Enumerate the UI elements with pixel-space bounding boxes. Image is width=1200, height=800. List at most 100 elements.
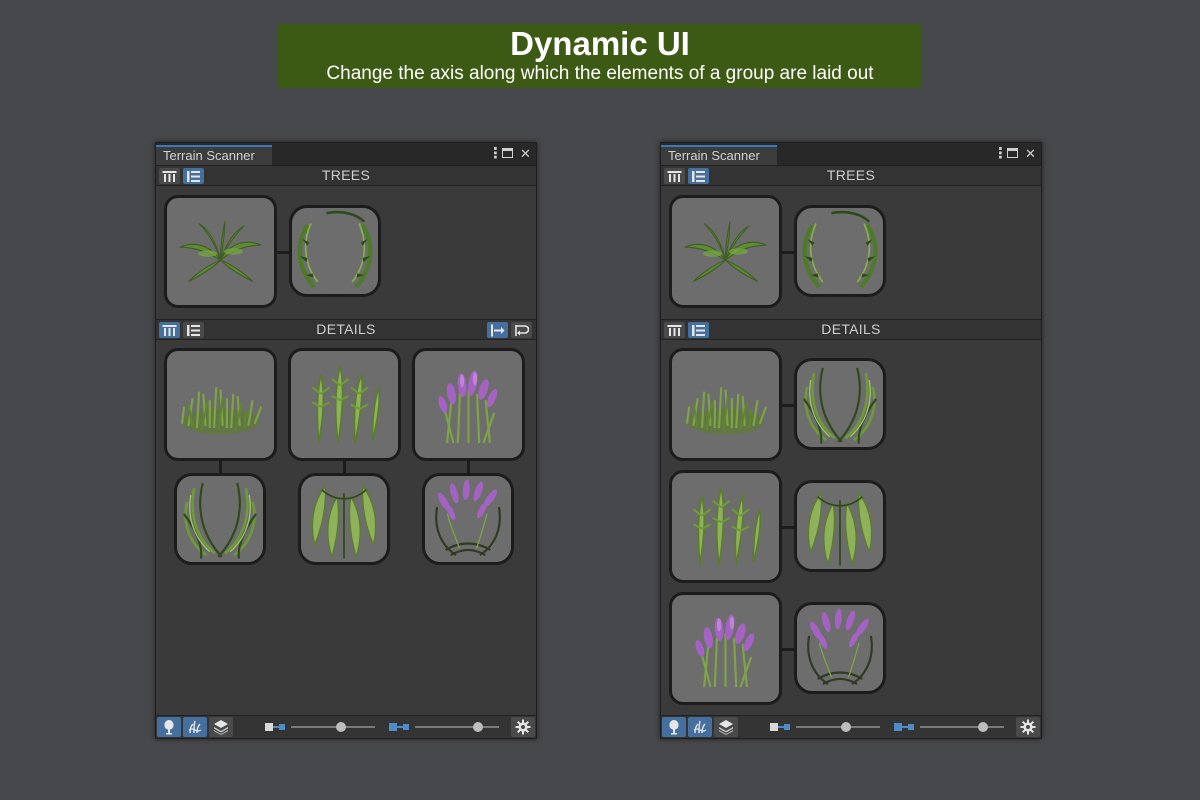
detail-connector <box>467 461 470 473</box>
window-tab[interactable]: Terrain Scanner <box>156 145 272 165</box>
details-filter-button[interactable] <box>688 717 712 737</box>
tree-node-palm[interactable] <box>669 195 782 308</box>
title-banner: Dynamic UI Change the axis along which t… <box>278 24 922 88</box>
detail-node-flower-ring[interactable] <box>422 473 514 565</box>
detail-size-slider[interactable] <box>389 720 499 734</box>
tree-size-slider[interactable] <box>770 720 880 734</box>
slider-thumb[interactable] <box>978 722 988 732</box>
detail-node-grass-ring[interactable] <box>794 358 886 450</box>
slider-thumb[interactable] <box>473 722 483 732</box>
grass-ring-thumbnail <box>177 476 263 562</box>
flower-ring-thumbnail <box>425 476 511 562</box>
details-title: DETAILS <box>316 321 376 337</box>
flower-ring-thumbnail <box>797 605 883 691</box>
tree-ring-thumbnail <box>797 208 883 294</box>
wrap-toggle-button[interactable] <box>511 322 532 338</box>
tree-node-palm[interactable] <box>164 195 277 308</box>
palm-tree-thumbnail <box>672 198 779 305</box>
detail-node-ferns[interactable] <box>288 348 401 461</box>
node-size-icon <box>894 723 914 731</box>
slider-thumb[interactable] <box>336 722 347 732</box>
detail-node-ferns[interactable] <box>669 470 782 583</box>
details-title: DETAILS <box>821 321 881 337</box>
maximize-icon <box>1007 148 1018 158</box>
detail-connector <box>343 461 346 473</box>
trees-filter-button[interactable] <box>157 717 181 737</box>
tree-connector <box>782 251 794 254</box>
slider-track <box>796 726 880 728</box>
layers-icon <box>719 720 733 735</box>
details-filter-button[interactable] <box>183 717 207 737</box>
flowers-thumbnail <box>415 351 522 458</box>
maximize-icon <box>502 148 513 158</box>
bottom-toolbar <box>661 715 1041 738</box>
close-icon[interactable]: ✕ <box>1024 146 1037 162</box>
tree-node-ring[interactable] <box>794 205 886 297</box>
detail-node-grass[interactable] <box>669 348 782 461</box>
ferns-thumbnail <box>291 351 398 458</box>
trees-filter-button[interactable] <box>662 717 686 737</box>
slider-thumb[interactable] <box>841 722 852 732</box>
detail-node-flowers[interactable] <box>669 592 782 705</box>
detail-node-grass[interactable] <box>164 348 277 461</box>
window-titlebar: Terrain Scanner ⋮ ✕ <box>661 143 1041 165</box>
detail-node-fern-ring[interactable] <box>794 480 886 572</box>
detail-node-flower-ring[interactable] <box>794 602 886 694</box>
slider-track <box>415 726 499 728</box>
detail-connector <box>782 404 794 407</box>
settings-button[interactable] <box>1016 717 1040 737</box>
axis-toggle-button[interactable] <box>487 322 508 338</box>
gear-icon <box>1020 719 1036 735</box>
detail-size-slider[interactable] <box>894 720 1004 734</box>
bottom-toolbar <box>156 715 536 738</box>
axis-horizontal-icon <box>491 324 505 336</box>
ferns-thumbnail <box>672 473 779 580</box>
layers-icon <box>214 720 228 735</box>
tree-connector <box>277 251 289 254</box>
detail-connector <box>782 648 794 651</box>
grass-icon <box>693 720 707 734</box>
banner-subtitle: Change the axis along which the elements… <box>326 63 874 84</box>
tree-size-slider[interactable] <box>265 720 375 734</box>
detail-node-grass-ring[interactable] <box>174 473 266 565</box>
menu-kebab-icon[interactable]: ⋮ <box>993 146 1008 162</box>
tree-icon <box>669 720 679 735</box>
detail-node-fern-ring[interactable] <box>298 473 390 565</box>
trees-title: TREES <box>321 167 371 183</box>
flowers-thumbnail <box>672 595 779 702</box>
banner-title: Dynamic UI <box>510 25 690 62</box>
grass-thumbnail <box>672 351 779 458</box>
slider-track <box>291 726 375 728</box>
node-size-icon <box>770 723 790 731</box>
detail-connector <box>219 461 222 473</box>
window-tab[interactable]: Terrain Scanner <box>661 145 777 165</box>
node-size-icon <box>389 723 409 731</box>
window-titlebar: Terrain Scanner ⋮ ✕ <box>156 143 536 165</box>
terrain-scanner-window-vertical: Terrain Scanner ⋮ ✕ TREES DETAILS <box>660 142 1042 739</box>
layers-button[interactable] <box>209 717 233 737</box>
tree-ring-thumbnail <box>292 208 378 294</box>
grass-thumbnail <box>167 351 274 458</box>
grass-icon <box>188 720 202 734</box>
detail-node-flowers[interactable] <box>412 348 525 461</box>
gear-icon <box>515 719 531 735</box>
fern-ring-thumbnail <box>301 476 387 562</box>
trees-header: TREES <box>661 165 1041 186</box>
close-icon[interactable]: ✕ <box>519 146 532 162</box>
details-header: DETAILS <box>661 319 1041 340</box>
trees-title: TREES <box>826 167 876 183</box>
wrap-icon <box>515 324 529 336</box>
trees-header: TREES <box>156 165 536 186</box>
grass-ring-thumbnail <box>797 361 883 447</box>
menu-kebab-icon[interactable]: ⋮ <box>488 146 503 162</box>
tree-node-ring[interactable] <box>289 205 381 297</box>
maximize-button[interactable] <box>1006 146 1019 162</box>
terrain-scanner-window-horizontal: Terrain Scanner ⋮ ✕ TREES DETAILS <box>155 142 537 739</box>
tree-icon <box>164 720 174 735</box>
detail-connector <box>782 526 794 529</box>
node-size-icon <box>265 723 285 731</box>
layers-button[interactable] <box>714 717 738 737</box>
settings-button[interactable] <box>511 717 535 737</box>
maximize-button[interactable] <box>501 146 514 162</box>
palm-tree-thumbnail <box>167 198 274 305</box>
